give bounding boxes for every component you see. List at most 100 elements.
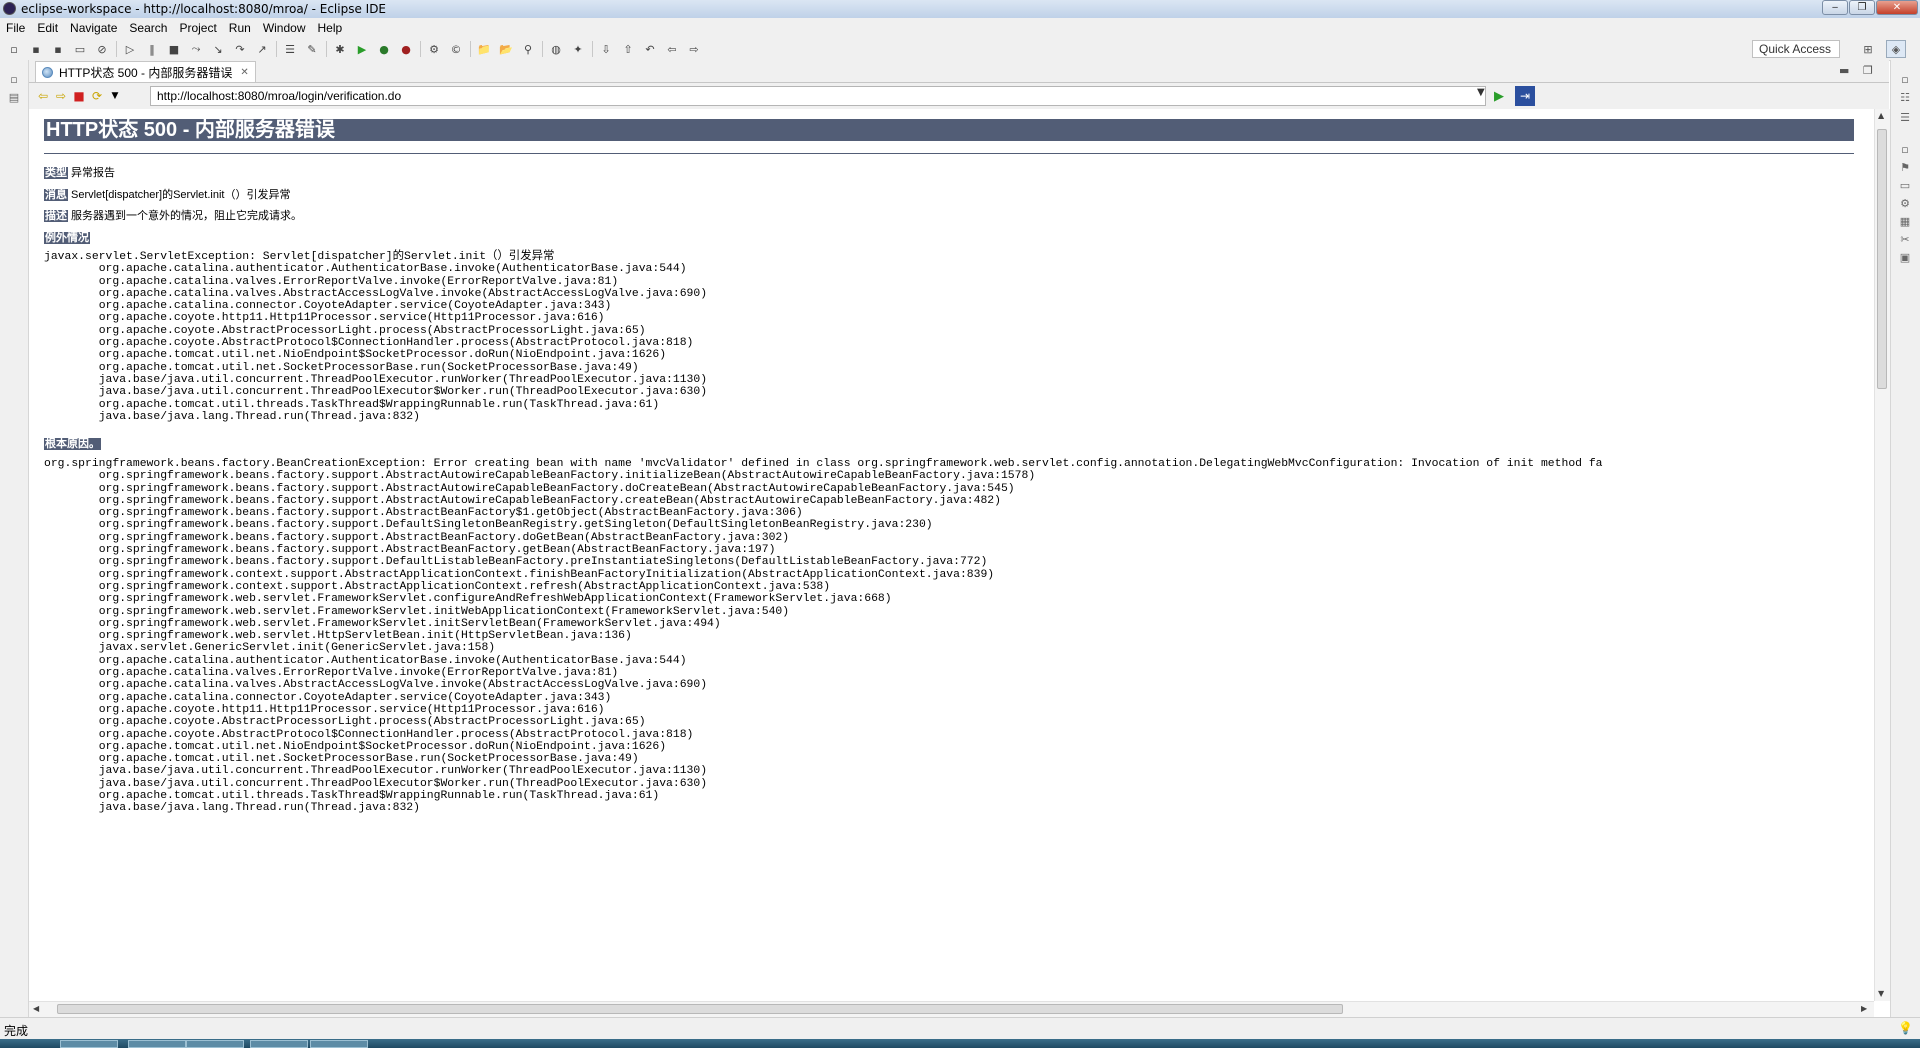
- search-icon[interactable]: ⚲: [520, 41, 536, 57]
- browser-content: HTTP状态 500 - 内部服务器错误 类型 异常报告 消息 Servlet[di…: [29, 109, 1874, 1001]
- suspend-icon[interactable]: ‖: [144, 41, 160, 57]
- page-title: HTTP状态 500 - 内部服务器错误: [44, 119, 1854, 141]
- debug-icon[interactable]: ✱: [332, 41, 348, 57]
- quick-access-field[interactable]: Quick Access: [1752, 40, 1840, 58]
- window-title: eclipse-workspace - http://localhost:808…: [21, 2, 387, 16]
- data-source-icon[interactable]: ▦: [1898, 214, 1912, 228]
- go-icon[interactable]: ▶: [1491, 88, 1507, 104]
- taskbar-item[interactable]: [186, 1040, 244, 1048]
- taskbar-item[interactable]: [60, 1040, 118, 1048]
- project-explorer-icon[interactable]: ▤: [7, 90, 21, 104]
- run-icon[interactable]: ▶: [354, 41, 370, 57]
- os-taskbar: [0, 1039, 1920, 1048]
- open-external-browser-icon[interactable]: ⇥: [1515, 86, 1535, 106]
- globe-icon: [42, 67, 53, 78]
- menu-edit[interactable]: Edit: [31, 21, 64, 35]
- forward-icon[interactable]: ⇨: [53, 88, 69, 104]
- properties-icon[interactable]: ▭: [1898, 178, 1912, 192]
- restore-view-icon[interactable]: ▫: [1898, 72, 1912, 86]
- restore-view-icon[interactable]: ▫: [1898, 142, 1912, 156]
- restore-view-icon[interactable]: ▫: [7, 72, 21, 86]
- exception-stack-trace: javax.servlet.ServletException: Servlet[…: [44, 251, 708, 423]
- save-icon[interactable]: ▪: [28, 41, 44, 57]
- new-class-icon[interactable]: ©: [448, 41, 464, 57]
- tip-bulb-icon[interactable]: 💡: [1898, 1021, 1913, 1035]
- message-value: Servlet[dispatcher]的Servlet.init（）引发异常: [71, 189, 291, 201]
- menu-search[interactable]: Search: [123, 21, 173, 35]
- new-server-icon[interactable]: ⚙: [426, 41, 442, 57]
- root-cause-row: 根本原因。: [44, 435, 104, 451]
- step-into-icon[interactable]: ↘: [210, 41, 226, 57]
- menu-window[interactable]: Window: [257, 21, 312, 35]
- vertical-scrollbar[interactable]: ▲ ▼: [1874, 109, 1890, 1001]
- horizontal-scroll-thumb[interactable]: [57, 1004, 1343, 1014]
- run-external-tools-icon[interactable]: ●: [398, 41, 414, 57]
- chevron-down-icon[interactable]: ▼: [107, 88, 123, 104]
- web-browser-icon[interactable]: ◍: [548, 41, 564, 57]
- maximize-editor-icon[interactable]: ❐: [1863, 64, 1873, 77]
- snippets-icon[interactable]: ✂: [1898, 232, 1912, 246]
- open-task-icon[interactable]: ☰: [282, 41, 298, 57]
- scroll-down-icon[interactable]: ▼: [1878, 989, 1884, 998]
- menu-file[interactable]: File: [0, 21, 31, 35]
- description-value: 服务器遇到一个意外的情况，阻止它完成请求。: [71, 210, 302, 222]
- open-type-icon[interactable]: 📁: [476, 41, 492, 57]
- resume-icon[interactable]: ▷: [122, 41, 138, 57]
- ant-icon[interactable]: ✦: [570, 41, 586, 57]
- terminate-icon[interactable]: ■: [166, 41, 182, 57]
- task-list-icon[interactable]: ☰: [1898, 110, 1912, 124]
- taskbar-item[interactable]: [128, 1040, 186, 1048]
- terminal-icon[interactable]: ▭: [72, 41, 88, 57]
- right-trim-bar: ▫ ☷ ☰ ▫ ⚑ ▭ ⚙ ▦ ✂ ▣: [1890, 60, 1920, 1017]
- description-label: 描述: [44, 210, 68, 222]
- coverage-icon[interactable]: ●: [376, 41, 392, 57]
- jee-perspective-icon[interactable]: ◈: [1886, 40, 1906, 58]
- menu-run[interactable]: Run: [223, 21, 257, 35]
- restore-button[interactable]: ❐: [1849, 0, 1875, 15]
- scroll-up-icon[interactable]: ▲: [1878, 111, 1884, 120]
- horizontal-scrollbar[interactable]: ◀ ▶: [29, 1001, 1874, 1017]
- open-perspective-icon[interactable]: ⊞: [1858, 40, 1878, 58]
- save-all-icon[interactable]: ▪: [50, 41, 66, 57]
- next-annotation-icon[interactable]: ⇩: [598, 41, 614, 57]
- root-cause-label: 根本原因。: [44, 438, 101, 450]
- close-button[interactable]: ✕: [1876, 0, 1918, 15]
- markers-icon[interactable]: ⚑: [1898, 160, 1912, 174]
- url-dropdown-icon[interactable]: ▼: [1477, 87, 1485, 98]
- browser-tab[interactable]: HTTP状态 500 - 内部服务器错误 ✕: [35, 61, 256, 83]
- step-return-icon[interactable]: ↗: [254, 41, 270, 57]
- scroll-left-icon[interactable]: ◀: [33, 1004, 39, 1013]
- taskbar-item[interactable]: [250, 1040, 308, 1048]
- menu-help[interactable]: Help: [312, 21, 349, 35]
- menu-bar: File Edit Navigate Search Project Run Wi…: [0, 18, 1920, 38]
- last-edit-icon[interactable]: ↶: [642, 41, 658, 57]
- tab-close-icon[interactable]: ✕: [240, 67, 248, 78]
- toggle-mark-icon[interactable]: ✎: [304, 41, 320, 57]
- exception-row: 例外情况: [44, 229, 93, 245]
- new-icon[interactable]: ▫: [6, 41, 22, 57]
- outline-icon[interactable]: ☷: [1898, 90, 1912, 104]
- minimize-button[interactable]: ‒: [1822, 0, 1848, 15]
- browser-nav-bar: ⇦ ⇨ ■ ⟳ ▼ http://localhost:8080/mroa/log…: [29, 82, 1889, 109]
- url-input[interactable]: http://localhost:8080/mroa/login/verific…: [150, 86, 1486, 106]
- minimize-editor-icon[interactable]: ▬: [1839, 64, 1849, 77]
- scroll-right-icon[interactable]: ▶: [1861, 1004, 1867, 1013]
- menu-project[interactable]: Project: [173, 21, 222, 35]
- menu-navigate[interactable]: Navigate: [64, 21, 123, 35]
- servers-icon[interactable]: ⚙: [1898, 196, 1912, 210]
- stop-icon[interactable]: ■: [71, 88, 87, 104]
- console-icon[interactable]: ▣: [1898, 250, 1912, 264]
- skip-breakpoints-icon[interactable]: ⊘: [94, 41, 110, 57]
- back-icon[interactable]: ⇦: [664, 41, 680, 57]
- forward-icon[interactable]: ⇨: [686, 41, 702, 57]
- prev-annotation-icon[interactable]: ⇧: [620, 41, 636, 57]
- open-folder-icon[interactable]: 📂: [498, 41, 514, 57]
- disconnect-icon[interactable]: ⤳: [188, 41, 204, 57]
- step-over-icon[interactable]: ↷: [232, 41, 248, 57]
- refresh-icon[interactable]: ⟳: [89, 88, 105, 104]
- taskbar-item[interactable]: [310, 1040, 368, 1048]
- main-toolbar: ▫ ▪ ▪ ▭ ⊘ ▷ ‖ ■ ⤳ ↘ ↷ ↗ ☰ ✎ ✱ ▶ ● ● ⚙ © …: [0, 38, 1920, 61]
- tab-label: HTTP状态 500 - 内部服务器错误: [59, 66, 233, 80]
- back-icon[interactable]: ⇦: [35, 88, 51, 104]
- vertical-scroll-thumb[interactable]: [1877, 129, 1887, 389]
